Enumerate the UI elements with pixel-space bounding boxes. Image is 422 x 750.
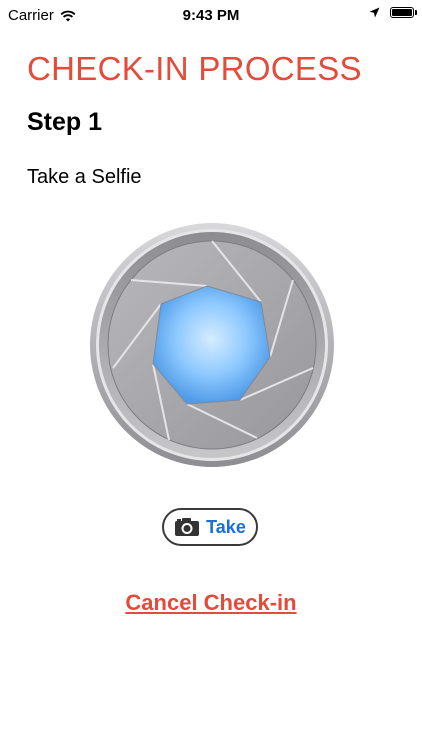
cancel-checkin-link[interactable]: Cancel Check-in — [0, 590, 422, 616]
take-photo-button[interactable]: Take — [162, 508, 258, 546]
battery-level — [392, 9, 412, 16]
camera-aperture-icon — [89, 222, 335, 468]
checkin-screen: Carrier 9:43 PM CHECK-IN PROCESS Step 1 — [0, 0, 422, 750]
take-button-label: Take — [206, 516, 246, 537]
status-bar: Carrier 9:43 PM — [0, 0, 422, 30]
step-title: Step 1 — [27, 108, 103, 136]
location-icon — [369, 7, 380, 18]
status-bar-right — [369, 7, 417, 18]
status-time: 9:43 PM — [182, 7, 240, 24]
camera-icon — [174, 517, 200, 537]
page-title: CHECK-IN PROCESS — [27, 50, 362, 87]
selfie-instruction: Take a Selfie — [27, 166, 142, 188]
battery-icon — [390, 7, 417, 18]
